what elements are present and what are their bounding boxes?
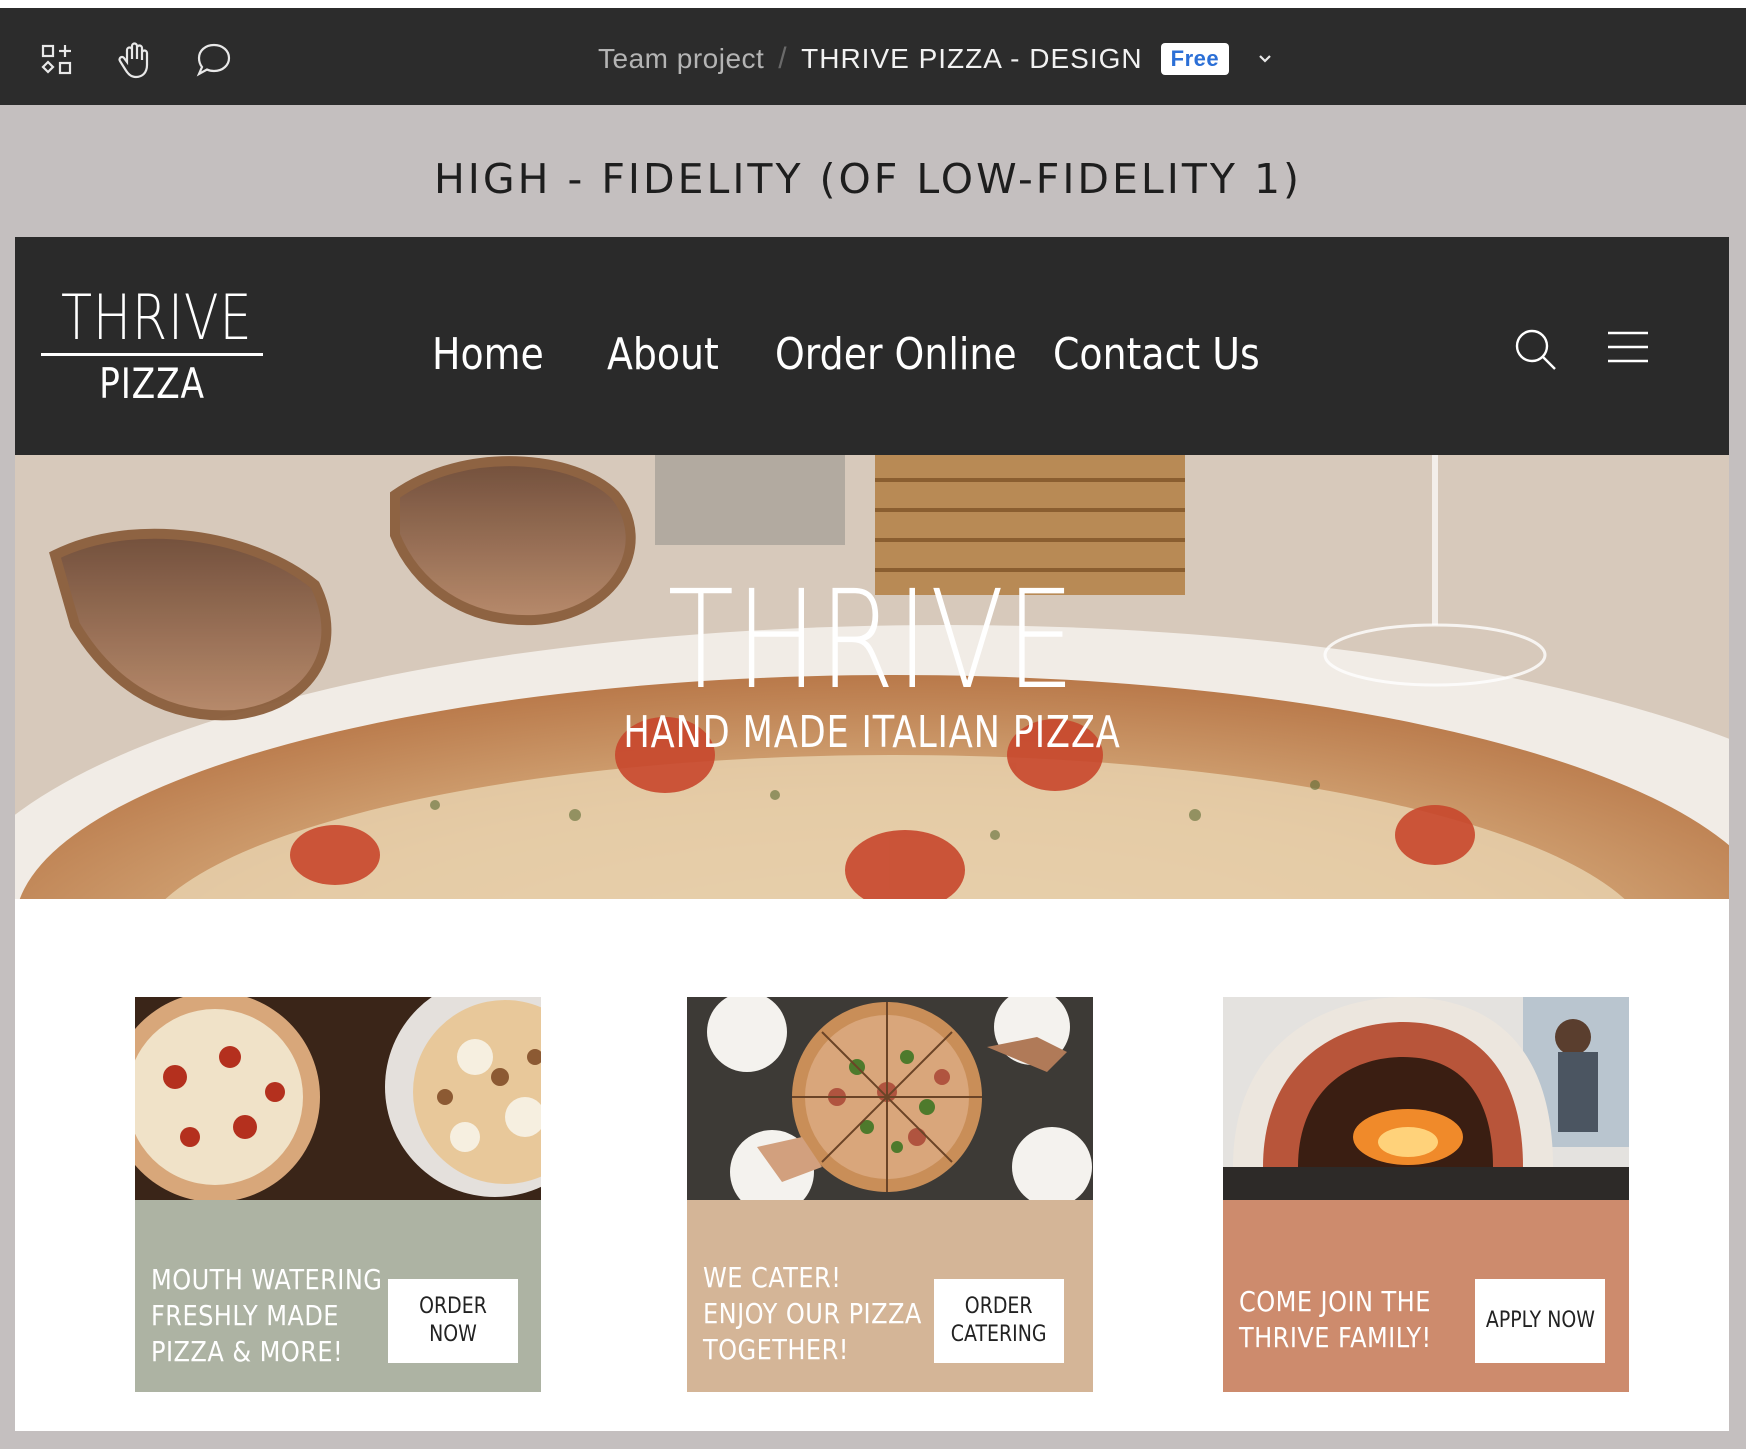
logo-line-1: THRIVE: [60, 281, 253, 354]
promo-card-careers: COME JOIN THE THRIVE FAMILY! APPLY NOW: [1223, 997, 1629, 1392]
promo-card-order: MOUTH WATERING FRESHLY MADE PIZZA & MORE…: [135, 997, 541, 1392]
breadcrumb-separator: /: [778, 42, 788, 75]
card-photo-sharing: [687, 997, 1093, 1200]
card-text: WE CATER! ENJOY OUR PIZZA TOGETHER!: [703, 1261, 922, 1366]
card-photo-pizzas: [135, 997, 541, 1200]
assets-icon[interactable]: [36, 39, 78, 81]
nav-home[interactable]: Home: [432, 329, 544, 380]
promo-card-catering: WE CATER! ENJOY OUR PIZZA TOGETHER! ORDE…: [687, 997, 1093, 1392]
nav-about[interactable]: About: [607, 329, 719, 380]
hero-banner: THRIVE HAND MADE ITALIAN PIZZA: [15, 455, 1729, 899]
breadcrumb-project[interactable]: Team project: [598, 43, 764, 75]
search-icon[interactable]: [1513, 327, 1559, 373]
apply-now-button[interactable]: APPLY NOW: [1475, 1279, 1605, 1363]
nav-contact-us[interactable]: Contact Us: [1053, 329, 1260, 380]
apply-now-label: APPLY NOW: [1485, 1308, 1595, 1333]
hero-subtitle: HAND MADE ITALIAN PIZZA: [623, 707, 1121, 758]
nav-order-online[interactable]: Order Online: [775, 329, 1017, 380]
menu-icon[interactable]: [1607, 329, 1649, 365]
plan-badge[interactable]: Free: [1160, 43, 1230, 75]
card-text: COME JOIN THE THRIVE FAMILY!: [1239, 1285, 1432, 1354]
hero-title: THRIVE: [667, 562, 1077, 720]
site-logo[interactable]: THRIVE PIZZA: [41, 285, 263, 406]
breadcrumb: Team project / THRIVE PIZZA - DESIGN Fre…: [598, 38, 1275, 80]
hand-icon[interactable]: [114, 39, 156, 81]
editor-toolbar: Team project / THRIVE PIZZA - DESIGN Fre…: [0, 8, 1746, 105]
card-photo-oven: [1223, 997, 1629, 1200]
order-now-button[interactable]: ORDER NOW: [388, 1279, 518, 1363]
order-catering-label: ORDER CATERING: [951, 1294, 1047, 1347]
chevron-down-icon[interactable]: [1257, 50, 1275, 68]
design-frame[interactable]: THRIVE PIZZA Home About Order Online Con…: [15, 237, 1729, 1431]
file-name[interactable]: THRIVE PIZZA - DESIGN: [801, 43, 1142, 75]
order-now-label: ORDER NOW: [419, 1294, 487, 1347]
card-text: MOUTH WATERING FRESHLY MADE PIZZA & MORE…: [151, 1263, 383, 1368]
logo-line-2: PIZZA: [99, 359, 205, 408]
window-top-edge: [0, 0, 1746, 8]
comment-icon[interactable]: [193, 39, 235, 81]
frame-title: HIGH - FIDELITY (OF LOW-FIDELITY 1): [433, 155, 1303, 203]
site-header: THRIVE PIZZA Home About Order Online Con…: [15, 237, 1729, 455]
order-catering-button[interactable]: ORDER CATERING: [934, 1279, 1064, 1363]
